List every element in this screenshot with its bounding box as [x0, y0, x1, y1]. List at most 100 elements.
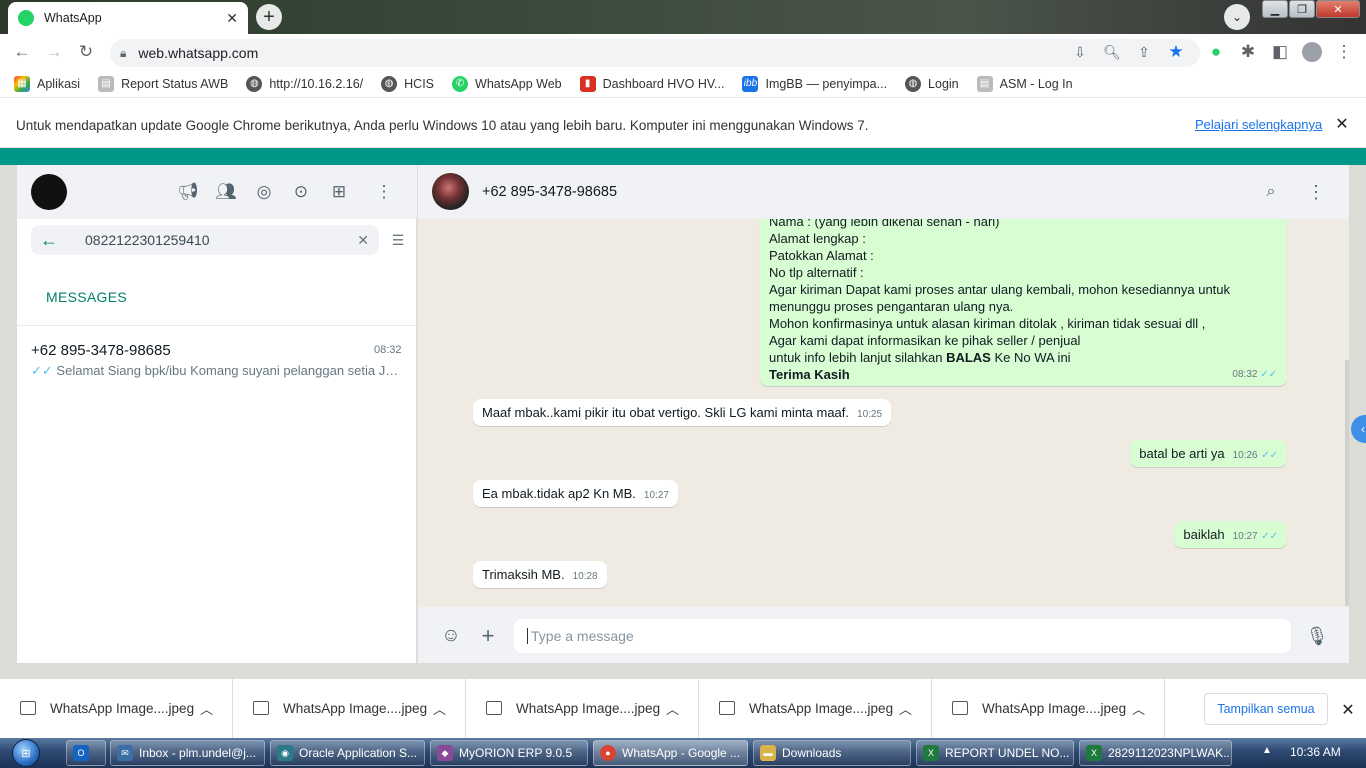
- my-profile-avatar[interactable]: [31, 174, 67, 210]
- result-preview-text: Selamat Siang bpk/ibu Komang suyani pela…: [56, 363, 401, 378]
- menu-icon[interactable]: ⋮: [372, 180, 396, 204]
- address-bar[interactable]: 🔒︎ web.whatsapp.com: [110, 39, 1200, 67]
- chevron-up-icon[interactable]: ︿: [433, 699, 446, 718]
- bookmark-label: WhatsApp Web: [475, 76, 562, 91]
- excel-icon: X: [1086, 745, 1102, 761]
- back-arrow-icon[interactable]: ←: [8, 38, 36, 66]
- attach-plus-icon[interactable]: +: [476, 623, 500, 648]
- communities-megaphone-icon[interactable]: 📢︎: [176, 180, 200, 204]
- tab-title: WhatsApp: [44, 11, 102, 25]
- chat-scrollbar[interactable]: [1345, 360, 1349, 606]
- maximize-button[interactable]: ❐: [1289, 0, 1315, 18]
- browser-menu-icon[interactable]: ⋮: [1330, 38, 1358, 66]
- infobar-close-icon[interactable]: ✕: [1332, 114, 1352, 134]
- tab-whatsapp[interactable]: WhatsApp ✕: [8, 2, 248, 34]
- chat-search-icon[interactable]: ⌕: [1259, 180, 1283, 204]
- forward-arrow-icon[interactable]: →: [40, 38, 68, 66]
- microphone-icon[interactable]: 🎙︎: [1305, 624, 1329, 648]
- reload-icon[interactable]: ↻: [72, 38, 100, 66]
- bookmark-whatsapp-web[interactable]: ✆ WhatsApp Web: [452, 75, 562, 92]
- taskbar-item[interactable]: ◉ Oracle Application S...: [270, 740, 425, 766]
- message-line: Terima Kasih: [769, 367, 850, 382]
- bookmark-ip-address[interactable]: ◍ http://10.16.2.16/: [246, 75, 363, 92]
- search-input[interactable]: 0822122301259410: [85, 232, 210, 248]
- bookmark-report-status-awb[interactable]: ▤ Report Status AWB: [98, 75, 228, 92]
- globe-icon: ◍: [246, 75, 263, 92]
- outlook-icon: O: [73, 745, 89, 761]
- download-item[interactable]: WhatsApp Image....jpeg ︿: [0, 678, 233, 738]
- extension-whatsapp-icon[interactable]: ●: [1202, 38, 1230, 66]
- taskbar-item[interactable]: X REPORT UNDEL NO...: [916, 740, 1074, 766]
- outgoing-message-bubble[interactable]: baiklah 10:27 ✓✓: [1174, 521, 1287, 548]
- contact-name[interactable]: +62 895-3478-98685: [482, 184, 617, 200]
- status-icon[interactable]: ◎: [252, 180, 276, 204]
- learn-more-link[interactable]: Pelajari selengkapnya: [1195, 117, 1322, 132]
- bookmark-hcis[interactable]: ◍ HCIS: [381, 75, 435, 92]
- side-panel-icon[interactable]: ◧: [1266, 38, 1294, 66]
- new-tab-button[interactable]: +: [256, 4, 282, 30]
- globe-icon: ◍: [905, 75, 922, 92]
- message-input[interactable]: Type a message: [514, 619, 1291, 653]
- show-all-downloads-button[interactable]: Tampilkan semua: [1204, 693, 1328, 725]
- balas-prefix: untuk info lebih lanjut silahkan: [769, 350, 947, 365]
- chat-menu-icon[interactable]: ⋮: [1304, 180, 1328, 204]
- chevron-up-icon[interactable]: ︿: [1132, 699, 1145, 718]
- download-item[interactable]: WhatsApp Image....jpeg ︿: [466, 678, 699, 738]
- taskbar-clock[interactable]: 10:36 AM: [1290, 745, 1341, 759]
- incoming-message-bubble[interactable]: Maaf mbak..kami pikir itu obat vertigo. …: [473, 399, 892, 426]
- incoming-message-bubble[interactable]: Ea mbak.tidak ap2 Kn MB. 10:27: [473, 480, 678, 507]
- extensions-puzzle-icon[interactable]: ✱: [1234, 38, 1262, 66]
- search-back-arrow-icon[interactable]: ←: [31, 230, 67, 251]
- emoji-icon[interactable]: ☺: [439, 624, 463, 648]
- chevron-up-icon[interactable]: ︿: [200, 699, 213, 718]
- taskbar-item[interactable]: X 2829112023NPLWAK...: [1079, 740, 1232, 766]
- download-item[interactable]: WhatsApp Image....jpeg ︿: [233, 678, 466, 738]
- bookmark-asm-login[interactable]: ▤ ASM - Log In: [976, 75, 1073, 92]
- chevron-up-icon[interactable]: ︿: [666, 699, 679, 718]
- download-item[interactable]: WhatsApp Image....jpeg ︿: [699, 678, 932, 738]
- chevron-up-icon[interactable]: ︿: [899, 699, 912, 718]
- taskbar-item[interactable]: ◆ MyORION ERP 9.0.5: [430, 740, 588, 766]
- new-chat-icon[interactable]: ⊞: [327, 180, 351, 204]
- incoming-message-bubble[interactable]: Trimaksih MB. 10:28: [473, 561, 607, 588]
- result-contact-name: +62 895-3478-98685: [31, 342, 171, 359]
- search-clear-icon[interactable]: ✕: [357, 232, 369, 249]
- message-time: 10:26: [1232, 450, 1258, 461]
- tab-close-icon[interactable]: ✕: [226, 10, 238, 27]
- bookmark-login[interactable]: ◍ Login: [905, 75, 959, 92]
- text-caret: [527, 628, 528, 644]
- start-button[interactable]: ⊞: [6, 738, 46, 768]
- download-item[interactable]: WhatsApp Image....jpeg ︿: [932, 678, 1165, 738]
- install-app-icon[interactable]: ⇩: [1066, 38, 1094, 66]
- minimize-button[interactable]: ▁: [1262, 0, 1288, 18]
- profile-avatar-icon[interactable]: [1298, 38, 1326, 66]
- filter-icon[interactable]: ☰: [388, 230, 408, 250]
- taskbar-item[interactable]: ▬ Downloads: [753, 740, 911, 766]
- communities-icon[interactable]: 👥︎: [214, 180, 238, 204]
- zoom-icon[interactable]: 🔍︎: [1098, 38, 1126, 66]
- outgoing-message-bubble[interactable]: batal be arti ya 10:26 ✓✓: [1130, 440, 1287, 467]
- taskbar-item[interactable]: ✉ Inbox - plm.undel@j...: [110, 740, 265, 766]
- bookmark-star-icon[interactable]: ★: [1162, 38, 1190, 66]
- bookmark-aplikasi[interactable]: ▦ Aplikasi: [14, 75, 80, 92]
- balas-suffix: Ke No WA ini: [990, 350, 1071, 365]
- bookmark-label: HCIS: [404, 76, 435, 91]
- channels-icon[interactable]: ⊙: [289, 180, 313, 204]
- message-time: 08:32: [1232, 369, 1258, 380]
- window-close-button[interactable]: ✕: [1316, 0, 1360, 18]
- outgoing-message-bubble[interactable]: Nama : (yang lebih dikenal senah - hari)…: [760, 219, 1287, 386]
- message-time: 10:27: [1232, 531, 1258, 542]
- bookmark-dashboard-hvo[interactable]: ▮ Dashboard HVO HV...: [579, 75, 724, 92]
- tray-overflow-icon[interactable]: ▲: [1262, 745, 1272, 756]
- double-check-icon: ✓✓: [1261, 531, 1278, 542]
- dashboard-icon: ▮: [579, 75, 596, 92]
- message-line: Alamat lengkap :: [769, 231, 866, 246]
- chat-search-box[interactable]: ← 0822122301259410 ✕: [31, 225, 379, 255]
- tab-search-button[interactable]: ⌄: [1224, 4, 1250, 30]
- downloads-close-icon[interactable]: ✕: [1338, 700, 1358, 720]
- contact-avatar[interactable]: [432, 173, 469, 210]
- taskbar-outlook-pin[interactable]: O: [66, 740, 106, 766]
- taskbar-item[interactable]: ● WhatsApp - Google ...: [593, 740, 748, 766]
- bookmark-imgbb[interactable]: ibb ImgBB — penyimpa...: [742, 75, 887, 92]
- share-icon[interactable]: ⇪: [1130, 38, 1158, 66]
